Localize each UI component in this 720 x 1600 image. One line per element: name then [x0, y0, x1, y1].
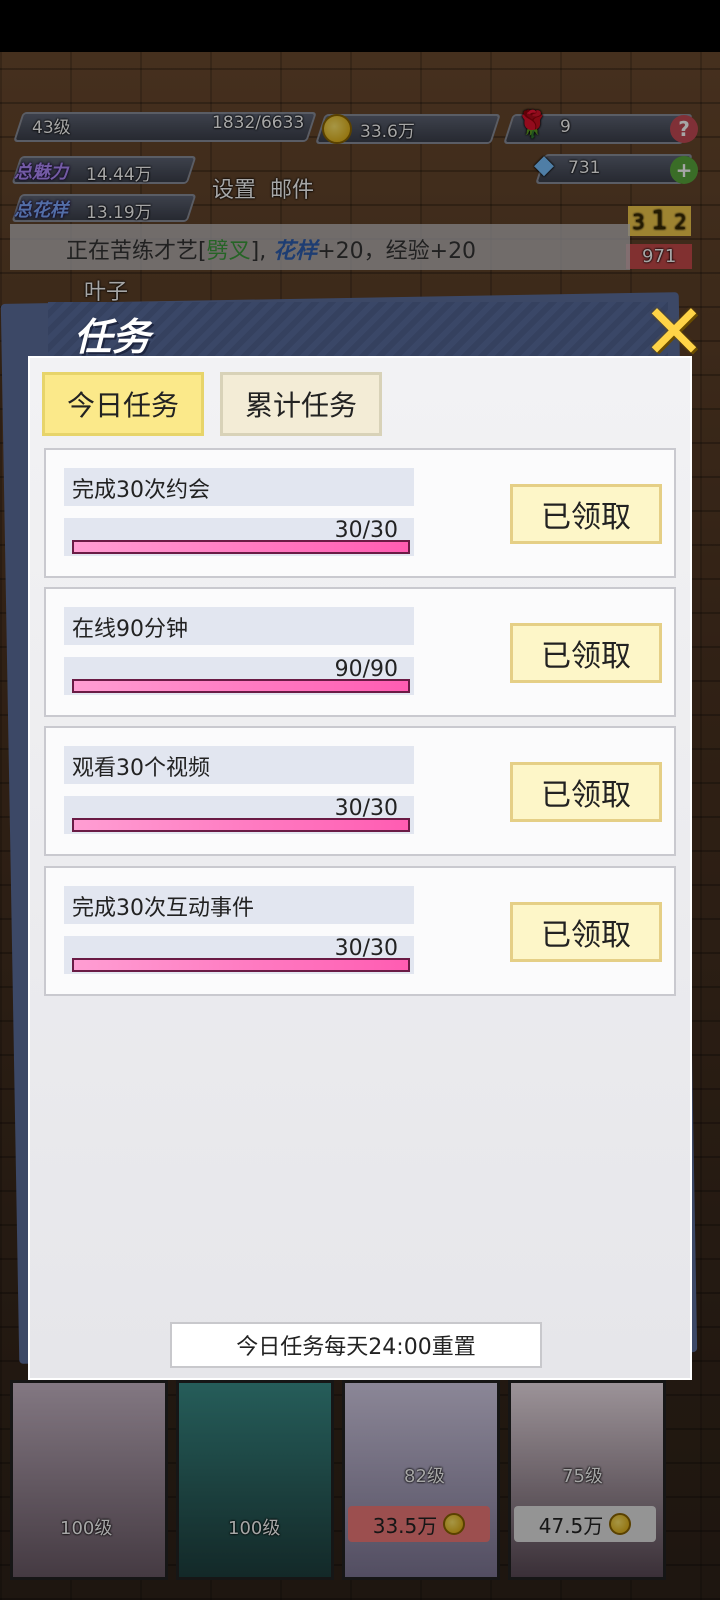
claimed-button[interactable]: 已领取	[510, 484, 662, 544]
task-row: 在线90分钟 90/90 已领取	[44, 587, 676, 717]
task-row: 完成30次互动事件 30/30 已领取	[44, 866, 676, 996]
progress-fill	[74, 960, 408, 970]
progress-bar	[72, 679, 410, 693]
progress-bar	[72, 818, 410, 832]
progress-bar	[72, 958, 410, 972]
claimed-button[interactable]: 已领取	[510, 902, 662, 962]
task-row: 完成30次约会 30/30 已领取	[44, 448, 676, 578]
progress-fill	[74, 681, 408, 691]
task-name: 完成30次互动事件	[72, 896, 254, 921]
modal-title: 任务	[74, 315, 151, 359]
reset-note: 今日任务每天24:00重置	[170, 1322, 542, 1368]
task-name: 观看30个视频	[72, 756, 210, 781]
close-icon[interactable]: ✕	[636, 294, 712, 370]
claimed-button[interactable]: 已领取	[510, 623, 662, 683]
task-row: 观看30个视频 30/30 已领取	[44, 726, 676, 856]
progress-bar	[72, 540, 410, 554]
tab-cumulative-tasks[interactable]: 累计任务	[220, 372, 382, 436]
task-name: 在线90分钟	[72, 617, 188, 642]
tab-daily-tasks[interactable]: 今日任务	[42, 372, 204, 436]
task-name: 完成30次约会	[72, 478, 210, 503]
progress-fill	[74, 542, 408, 552]
progress-fill	[74, 820, 408, 830]
claimed-button[interactable]: 已领取	[510, 762, 662, 822]
